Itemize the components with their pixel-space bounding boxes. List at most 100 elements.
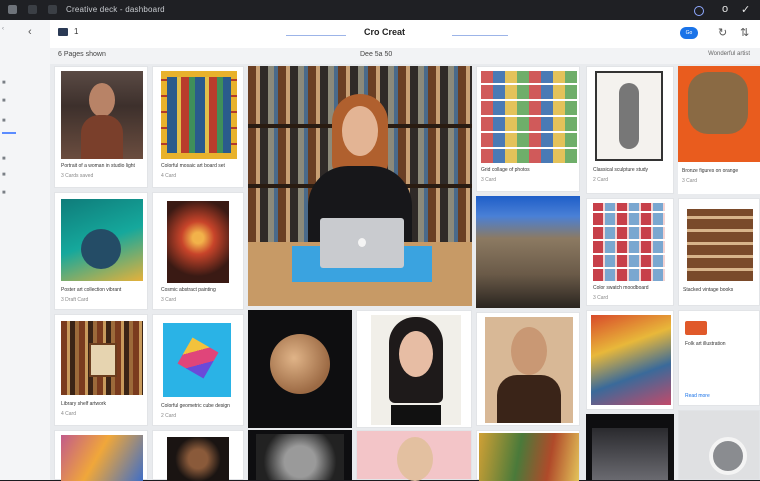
artist-label: Wonderful artist: [708, 51, 750, 57]
card-caption: Color swatch moodboard: [593, 285, 649, 291]
window-title: Creative deck - dashboard: [66, 5, 165, 14]
search-underline-right: [452, 35, 508, 36]
sidebar-item-5[interactable]: ■: [2, 172, 6, 180]
card-grid-photos[interactable]: Grid collage of photos 3 Card: [476, 66, 580, 192]
card-meta: 3 Cards saved: [61, 173, 94, 179]
dark-art-image: [592, 428, 668, 480]
pink-portrait-image: [397, 437, 433, 481]
photo-grid-image: [481, 71, 577, 163]
page-title: Cro Creat: [364, 27, 406, 37]
sculpture-image: [595, 71, 663, 161]
appliance-image: [709, 437, 747, 475]
folk-illustration-image: [591, 315, 671, 405]
card-mosaic[interactable]: Colorful mosaic art board set 4 Card: [152, 66, 244, 188]
card-pink-portrait[interactable]: [356, 430, 472, 481]
card-appliance[interactable]: [678, 410, 760, 480]
menu-toggle-icon[interactable]: o: [722, 3, 728, 15]
moon-image: [270, 334, 330, 394]
card-folk-illustration[interactable]: [586, 310, 674, 410]
sidebar-item-2[interactable]: ■: [2, 98, 6, 106]
app-icon: [8, 5, 17, 14]
date-label: Dee 5a 50: [360, 51, 393, 58]
stacked-books-image: [687, 209, 753, 281]
man-portrait-image: [485, 317, 573, 423]
card-meta: 3 Card: [593, 295, 609, 301]
read-more-link[interactable]: Read more: [685, 393, 710, 399]
folk-art-image: [61, 435, 143, 481]
card-moodboard[interactable]: Color swatch moodboard 3 Card: [586, 198, 674, 306]
sync-icon[interactable]: [694, 6, 704, 16]
card-caption: Classical sculpture study: [593, 167, 649, 173]
face: [342, 106, 378, 156]
image-grid: Portrait of a woman in studio light 3 Ca…: [50, 64, 760, 481]
landscape-image: [476, 196, 580, 308]
card-meta: 4 Card: [161, 173, 177, 179]
card-caption: Colorful mosaic art board set: [161, 163, 225, 169]
card-meta: 2 Card: [593, 177, 609, 183]
article-tag: [685, 321, 707, 335]
poster-image: [61, 199, 143, 281]
card-article[interactable]: Folk art illustration Read more: [678, 310, 760, 406]
sidebar-item-back[interactable]: ‹: [2, 26, 4, 34]
window-icon: [28, 5, 37, 14]
app-logo[interactable]: [58, 28, 68, 36]
portrait-image: [61, 71, 143, 159]
card-bw-portrait[interactable]: [248, 430, 352, 480]
card-dark-portrait[interactable]: [152, 430, 244, 481]
card-caption: Stacked vintage books: [683, 287, 734, 293]
laptop: [320, 218, 404, 268]
card-meta: 3 Draft Card: [61, 297, 89, 303]
colorful-art-image: [479, 433, 579, 481]
sidebar-item-6[interactable]: ■: [2, 190, 6, 198]
card-landscape[interactable]: [476, 196, 580, 308]
pages-shown-label: 6 Pages shown: [58, 51, 106, 58]
filter-bar: 6 Pages shown Dee 5a 50 Wonderful artist: [50, 48, 760, 64]
tab-count: 1: [74, 27, 79, 36]
sidebar-item-3[interactable]: ■: [2, 118, 6, 126]
cosmic-image: [167, 201, 229, 283]
card-caption: Folk art illustration: [685, 341, 726, 347]
card-meta: 3 Card: [481, 177, 497, 183]
dark-portrait-image: [167, 437, 229, 481]
card-sculpture-2[interactable]: Bronze figures on orange 3 Card: [678, 66, 760, 194]
card-poster-2[interactable]: Cosmic abstract painting 3 Card: [152, 192, 244, 310]
card-meta: 3 Card: [161, 297, 177, 303]
sidebar: ‹ ■ ■ ■ ■ ■ ■: [0, 20, 51, 480]
check-icon[interactable]: ✓: [741, 3, 750, 16]
card-caption: Poster art collection vibrant: [61, 287, 122, 293]
refresh-icon[interactable]: ↻: [718, 26, 727, 39]
share-icon[interactable]: ⇅: [740, 26, 749, 39]
card-dark-art[interactable]: [586, 414, 674, 480]
search-underline-left: [286, 35, 346, 36]
card-moon[interactable]: [248, 310, 352, 428]
card-caption: Portrait of a woman in studio light: [61, 163, 135, 169]
cube-image: [163, 323, 231, 397]
sidebar-item-4[interactable]: ■: [2, 156, 6, 164]
card-portrait-1[interactable]: Portrait of a woman in studio light 3 Ca…: [54, 66, 148, 188]
card-books-1[interactable]: Library shelf artwork 4 Card: [54, 314, 148, 426]
card-caption: Cosmic abstract painting: [161, 287, 216, 293]
card-portrait-2[interactable]: [356, 310, 472, 428]
sidebar-item-1[interactable]: ■: [2, 80, 6, 88]
feature-image-woman-laptop[interactable]: [248, 66, 472, 306]
back-icon[interactable]: ‹: [28, 26, 32, 38]
mosaic-image: [161, 71, 237, 159]
card-caption: Bronze figures on orange: [682, 168, 739, 174]
card-folk-art[interactable]: [54, 430, 148, 481]
card-cube[interactable]: Colorful geometric cube design 2 Card: [152, 314, 244, 426]
sidebar-active-indicator: [2, 132, 16, 134]
app-toolbar: 1 ‹ Cro Creat Go ↻ ⇅: [28, 20, 760, 49]
window-titlebar: Creative deck - dashboard o ✓: [0, 0, 760, 20]
portrait-2-image: [371, 315, 461, 425]
card-poster-1[interactable]: Poster art collection vibrant 3 Draft Ca…: [54, 192, 148, 310]
card-man-portrait[interactable]: [476, 312, 580, 426]
bronze-sculpture-image: [688, 72, 748, 134]
moodboard-image: [593, 203, 665, 281]
card-books-2[interactable]: Stacked vintage books: [678, 198, 760, 306]
card-colorful-art[interactable]: [476, 430, 580, 481]
primary-button[interactable]: Go: [680, 27, 698, 39]
card-sculpture-1[interactable]: Classical sculpture study 2 Card: [586, 66, 674, 194]
card-caption: Grid collage of photos: [481, 167, 530, 173]
card-meta: 2 Card: [161, 413, 177, 419]
card-caption: Colorful geometric cube design: [161, 403, 230, 409]
